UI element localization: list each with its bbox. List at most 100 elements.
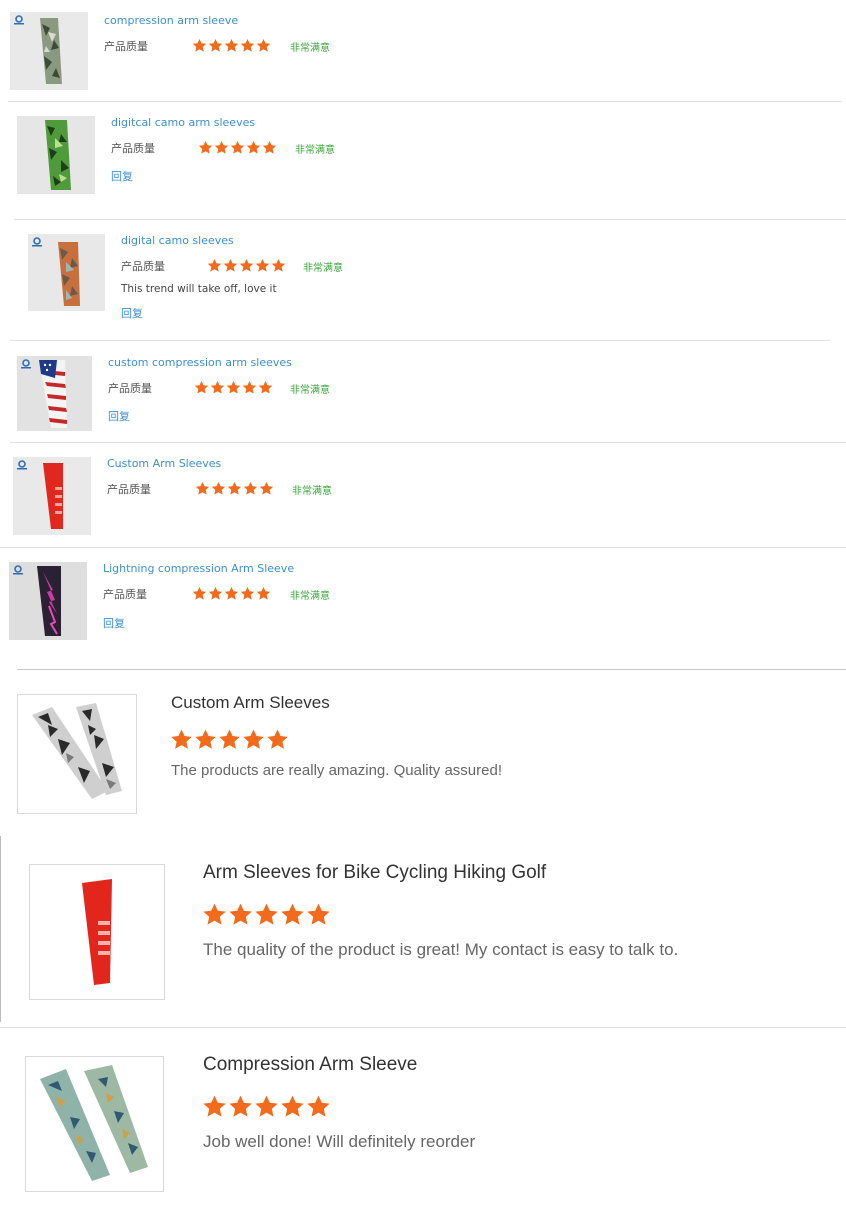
product-title-link[interactable]: Lightning compression Arm Sleeve (103, 562, 294, 575)
product-title-link[interactable]: custom compression arm sleeves (108, 356, 292, 369)
review-item: digital camo sleeves 产品质量 非常满意 This tren… (0, 220, 846, 342)
review-item: Lightning compression Arm Sleeve 产品质量 非常… (0, 548, 846, 670)
star-icon (226, 380, 241, 394)
review-card: Custom Arm Sleeves The products are real… (0, 670, 846, 1022)
review-item: compression arm sleeve 产品质量 非常满意 (0, 0, 846, 102)
product-title[interactable]: Custom Arm Sleeves (171, 693, 330, 713)
brand-logo-icon (14, 15, 24, 25)
star-icon (227, 481, 242, 495)
star-icon (256, 586, 271, 600)
brand-logo-icon (32, 237, 42, 247)
star-icon (224, 38, 239, 52)
star-icon (281, 1095, 304, 1117)
product-image[interactable] (9, 562, 87, 640)
review-comment: Job well done! Will definitely reorder (203, 1132, 476, 1151)
divider (10, 340, 830, 341)
product-title[interactable]: Arm Sleeves for Bike Cycling Hiking Golf (203, 862, 546, 884)
brand-logo-icon (17, 460, 27, 470)
star-icon (243, 729, 264, 749)
arm-sleeves-pair-image (32, 703, 122, 799)
product-image[interactable] (13, 457, 91, 535)
product-title[interactable]: Compression Arm Sleeve (203, 1054, 417, 1076)
star-icon (255, 1095, 278, 1117)
star-icon (258, 380, 273, 394)
quality-label: 产品质量 (103, 588, 147, 601)
star-icon (192, 38, 207, 52)
star-icon (281, 903, 304, 925)
review-comment: This trend will take off, love it (121, 283, 277, 295)
quality-label: 产品质量 (121, 260, 165, 273)
star-icon (230, 140, 245, 154)
quality-label: 产品质量 (104, 40, 148, 53)
brand-logo-icon (13, 565, 23, 575)
star-icon (219, 729, 240, 749)
reply-link[interactable]: 回复 (108, 408, 130, 424)
satisfaction-label: 非常满意 (303, 263, 343, 274)
quality-label: 产品质量 (111, 142, 155, 155)
product-title-link[interactable]: Custom Arm Sleeves (107, 457, 221, 470)
star-icon (240, 586, 255, 600)
arm-sleeves-pair-image (40, 1065, 148, 1181)
star-icon (210, 380, 225, 394)
satisfaction-label: 非常满意 (295, 145, 335, 156)
star-icon (255, 258, 270, 272)
quality-label: 产品质量 (108, 382, 152, 395)
product-image[interactable] (10, 12, 88, 90)
product-title-link[interactable]: digital camo sleeves (121, 234, 234, 247)
arm-sleeve-image (82, 879, 112, 985)
star-icon (171, 729, 192, 749)
star-rating (202, 902, 331, 927)
star-icon (242, 380, 257, 394)
star-icon (239, 258, 254, 272)
star-icon (207, 258, 222, 272)
star-icon (203, 1095, 226, 1117)
review-item: digitcal camo arm sleeves 产品质量 非常满意 回复 (0, 102, 846, 220)
arm-sleeve-image (45, 120, 71, 190)
quality-label: 产品质量 (107, 483, 151, 496)
star-icon (267, 729, 288, 749)
star-icon (195, 481, 210, 495)
reply-link[interactable]: 回复 (103, 615, 125, 631)
product-image[interactable] (25, 1056, 164, 1192)
reply-link[interactable]: 回复 (121, 305, 143, 321)
star-icon (194, 380, 209, 394)
review-card: Arm Sleeves for Bike Cycling Hiking Golf… (0, 840, 846, 1028)
star-rating (198, 140, 277, 155)
star-rating (195, 481, 274, 496)
product-image[interactable] (28, 234, 105, 311)
product-image[interactable] (17, 356, 92, 431)
star-rating (192, 38, 271, 53)
product-title-link[interactable]: compression arm sleeve (104, 14, 238, 27)
star-icon (224, 586, 239, 600)
star-icon (307, 1095, 330, 1117)
brand-logo-icon (21, 359, 31, 369)
star-icon (211, 481, 226, 495)
star-rating (194, 380, 273, 395)
star-icon (208, 586, 223, 600)
review-comment: The products are really amazing. Quality… (171, 762, 502, 779)
star-icon (255, 903, 278, 925)
star-icon (214, 140, 229, 154)
satisfaction-label: 非常满意 (290, 43, 330, 54)
product-image[interactable] (29, 864, 165, 1000)
satisfaction-label: 非常满意 (290, 591, 330, 602)
review-comment: The quality of the product is great! My … (203, 940, 679, 959)
star-rating (202, 1094, 331, 1119)
satisfaction-label: 非常满意 (290, 385, 330, 396)
satisfaction-label: 非常满意 (292, 486, 332, 497)
product-image[interactable] (17, 116, 95, 194)
reply-link[interactable]: 回复 (111, 168, 133, 184)
star-rating (192, 586, 271, 601)
review-item: Custom Arm Sleeves 产品质量 非常满意 (0, 443, 846, 548)
product-title-link[interactable]: digitcal camo arm sleeves (111, 116, 255, 129)
divider (0, 1027, 846, 1028)
star-icon (243, 481, 258, 495)
product-image[interactable] (17, 694, 137, 814)
star-icon (198, 140, 213, 154)
star-icon (271, 258, 286, 272)
star-icon (195, 729, 216, 749)
star-icon (229, 903, 252, 925)
star-rating (170, 728, 289, 751)
star-rating (207, 258, 286, 273)
star-icon (208, 38, 223, 52)
